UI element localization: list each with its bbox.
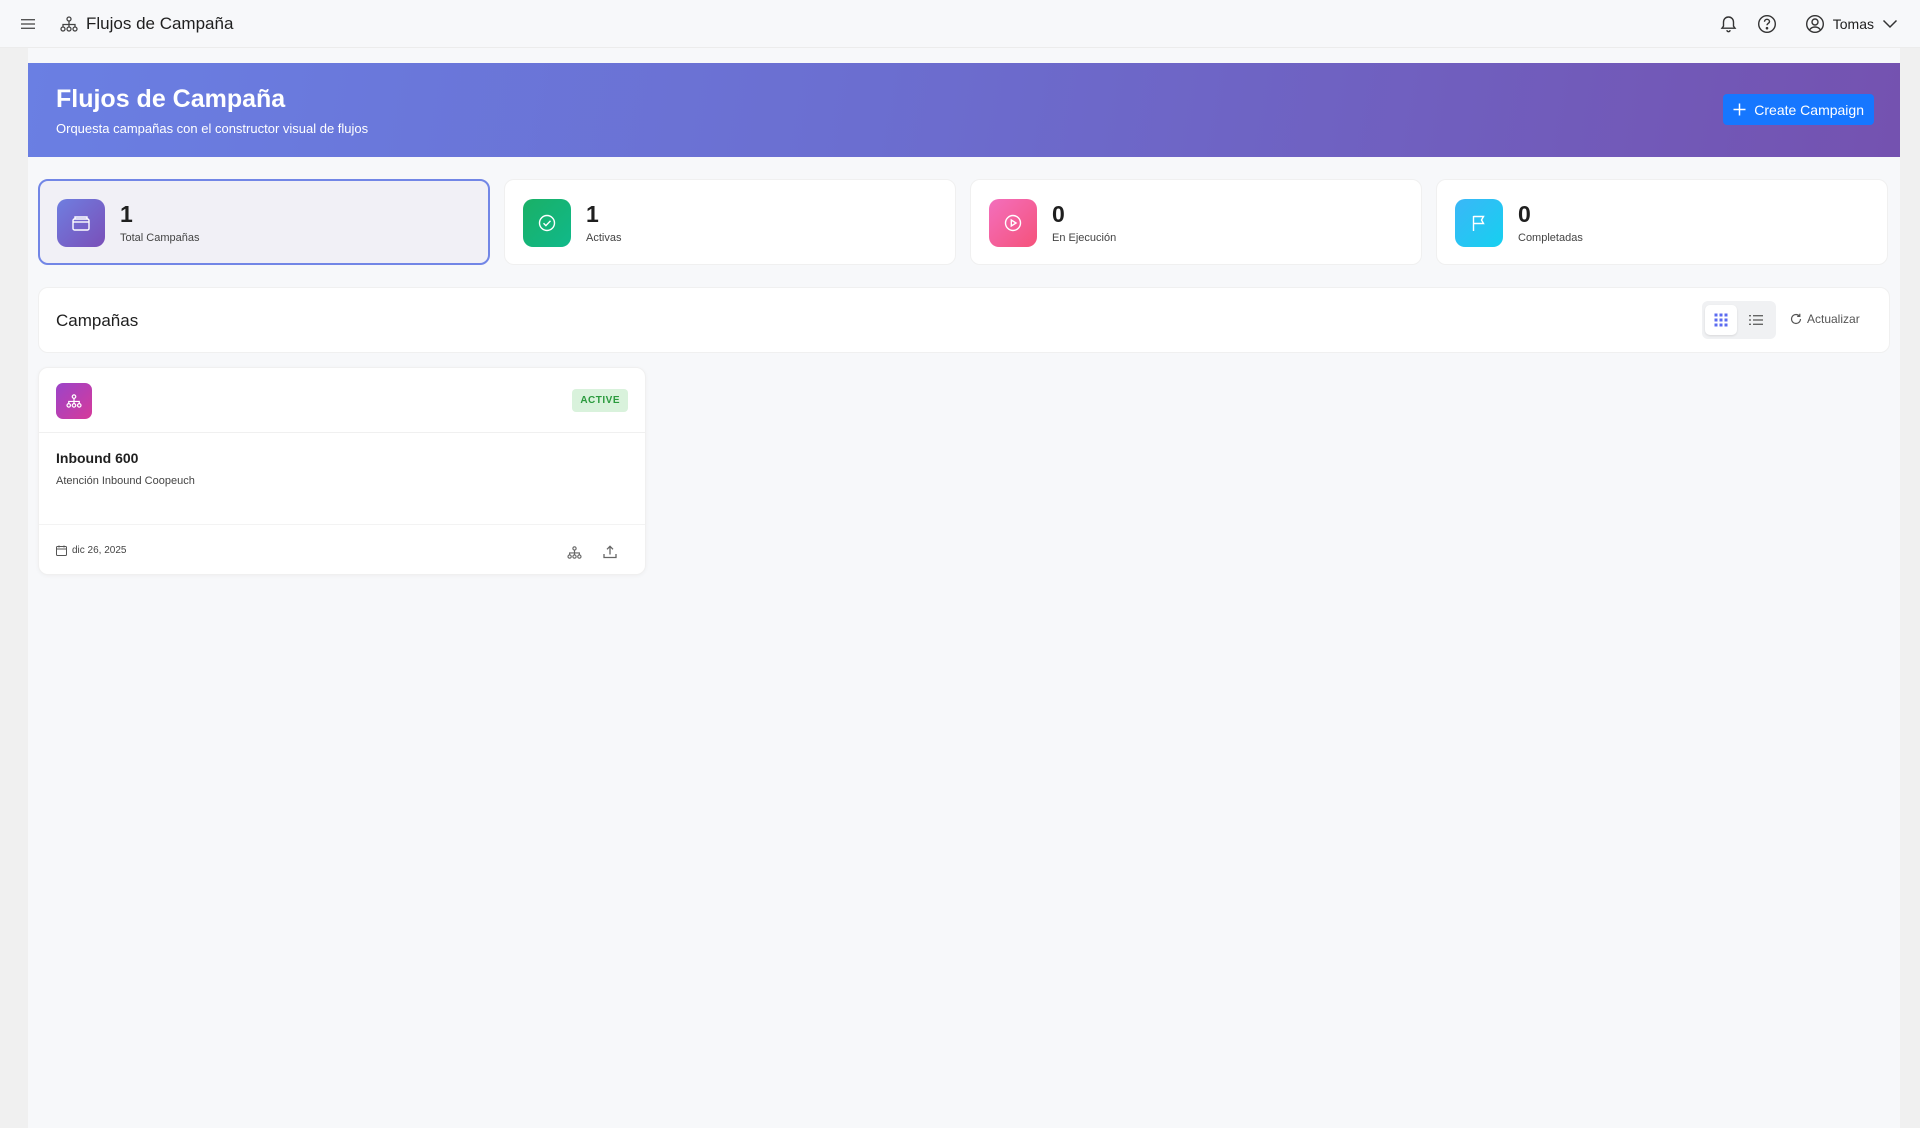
top-bar: Flujos de Campaña Tomas [0,0,1920,48]
flag-icon [1455,199,1503,247]
check-circle-icon [523,199,571,247]
create-campaign-button[interactable]: Create Campaign [1723,94,1874,125]
stat-label: Activas [586,232,622,244]
grid-view-button[interactable] [1705,305,1737,335]
main-content: Flujos de Campaña Orquesta campañas con … [28,48,1900,1128]
section-title: Campañas [56,311,139,330]
plus-icon [1733,103,1746,116]
status-badge: ACTIVE [572,389,628,412]
campaign-date: dic 26, 2025 [56,545,127,556]
user-menu[interactable]: Tomas [1805,14,1898,34]
stat-card-active[interactable]: 1 Activas [504,179,956,265]
refresh-button[interactable]: Actualizar [1790,312,1860,326]
stat-card-total[interactable]: 1 Total Campañas [38,179,490,265]
stat-label: En Ejecución [1052,232,1117,244]
campaign-description: Atención Inbound Coopeuch [56,475,195,487]
topbar-actions: Tomas [1717,0,1898,48]
upload-icon [603,545,617,559]
bell-icon[interactable] [1717,12,1741,36]
refresh-label: Actualizar [1807,312,1860,326]
campaign-name: Inbound 600 [56,450,139,466]
campaign-card-footer: dic 26, 2025 [39,524,645,576]
page-header-banner: Flujos de Campaña Orquesta campañas con … [28,63,1900,157]
list-view-button[interactable] [1740,305,1772,335]
refresh-icon [1790,313,1802,325]
grid-icon [1714,313,1728,327]
stat-card-completed[interactable]: 0 Completadas [1436,179,1888,265]
stat-card-running[interactable]: 0 En Ejecución [970,179,1422,265]
sitemap-icon [56,383,92,419]
stat-value: 1 [586,201,599,227]
calendar-icon [56,545,67,556]
stats-row: 1 Total Campañas 1 Activas 0 En Ejecució… [38,179,1890,265]
page-subtitle: Orquesta campañas con el constructor vis… [56,121,369,136]
campaign-card[interactable]: ACTIVE Inbound 600 Atención Inbound Coop… [38,367,646,575]
chevron-down-icon [1882,19,1898,29]
stat-label: Total Campañas [120,232,200,244]
open-flow-button[interactable] [563,541,585,563]
stat-value: 1 [120,201,133,227]
stat-label: Completadas [1518,232,1583,244]
campaign-card-header: ACTIVE [39,368,645,433]
export-button[interactable] [599,541,621,563]
user-name: Tomas [1832,16,1874,32]
page-title: Flujos de Campaña [56,85,286,113]
menu-icon[interactable] [16,12,40,36]
list-icon [1749,314,1763,326]
sitemap-icon [58,13,80,35]
folder-icon [57,199,105,247]
sitemap-icon [566,545,582,559]
view-mode-toggle [1702,301,1776,339]
create-campaign-label: Create Campaign [1754,101,1864,118]
campaigns-toolbar: Campañas Actualizar [38,287,1890,353]
stat-value: 0 [1052,201,1065,227]
campaign-date-text: dic 26, 2025 [72,545,127,556]
play-circle-icon [989,199,1037,247]
stat-value: 0 [1518,201,1531,227]
user-circle-icon [1805,14,1825,34]
help-icon[interactable] [1755,12,1779,36]
app-title: Flujos de Campaña [86,13,234,33]
